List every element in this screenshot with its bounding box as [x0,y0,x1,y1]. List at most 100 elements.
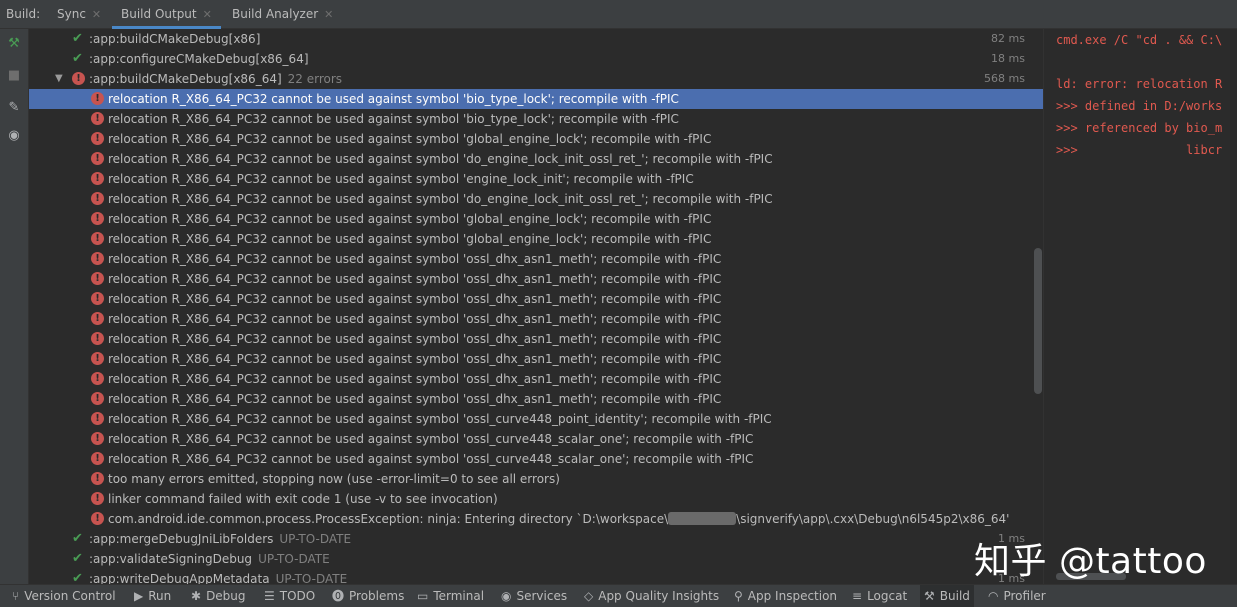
error-message: relocation R_X86_64_PC32 cannot be used … [108,192,773,206]
task-row[interactable]: ▼!:app:buildCMakeDebug[x86_64] 22 errors 5… [29,69,1043,89]
pin-icon[interactable]: ✎ [6,100,22,116]
exception-suffix: \signverify\app\.cxx\Debug\n6l545p2\x86_… [736,512,1010,526]
error-row[interactable]: ! relocation R_X86_64_PC32 cannot be used… [29,349,1043,369]
tool-window-problems[interactable]: ⓿ Problems [328,585,408,607]
build-icon: ⚒ [924,589,935,603]
error-message: relocation R_X86_64_PC32 cannot be used … [108,432,754,446]
error-icon: ! [91,272,104,285]
tool-window-label: Debug [206,589,246,603]
error-row[interactable]: ! relocation R_X86_64_PC32 cannot be used… [29,149,1043,169]
error-row[interactable]: ! relocation R_X86_64_PC32 cannot be used… [29,329,1043,349]
error-row[interactable]: ! relocation R_X86_64_PC32 cannot be used… [29,429,1043,449]
app-inspection-icon: ⚲ [734,589,743,603]
error-icon: ! [91,252,104,265]
tab-build-analyzer[interactable]: Build Analyzer ✕ [232,0,333,29]
task-label: :app:validateSigningDebug UP-TO-DATE [89,549,330,569]
task-label: :app:mergeDebugJniLibFolders UP-TO-DATE [89,529,351,549]
error-message: relocation R_X86_64_PC32 cannot be used … [108,392,722,406]
error-row[interactable]: ! relocation R_X86_64_PC32 cannot be used… [29,169,1043,189]
task-duration: 82 ms [991,32,1025,45]
task-row[interactable]: ✔:app:buildCMakeDebug[x86] 82 ms [29,29,1043,49]
error-message: relocation R_X86_64_PC32 cannot be used … [108,312,722,326]
error-icon: ! [91,312,104,325]
tool-window-build[interactable]: ⚒ Build [920,585,974,607]
tab-build-analyzer-label: Build Analyzer [232,7,319,21]
error-icon: ! [91,112,104,125]
tool-window-debug[interactable]: ✱ Debug [187,585,250,607]
close-icon[interactable]: ✕ [324,8,333,21]
vertical-scrollbar[interactable] [1034,248,1042,394]
close-icon[interactable]: ✕ [92,8,101,21]
error-message: relocation R_X86_64_PC32 cannot be used … [108,272,722,286]
error-row[interactable]: ! relocation R_X86_64_PC32 cannot be used… [29,409,1043,429]
task-label: :app:writeDebugAppMetadata UP-TO-DATE [89,569,347,584]
tool-window-app-inspection[interactable]: ⚲ App Inspection [730,585,841,607]
task-status: UP-TO-DATE [279,532,352,546]
check-icon: ✔ [72,571,83,584]
build-tool-window-header: Build: Sync ✕ Build Output ✕ Build Analyze… [0,0,1237,29]
tool-window-version-control[interactable]: ⑂ Version Control [8,585,120,607]
build-label: Build: [6,7,41,21]
error-row[interactable]: ! relocation R_X86_64_PC32 cannot be used… [29,309,1043,329]
error-message: com.android.ide.common.process.ProcessEx… [108,509,1009,529]
task-name: :app:writeDebugAppMetadata [89,572,270,584]
build-output-tree[interactable]: ✔:app:buildCMakeDebug[x86] 82 ms ✔:app:con… [29,29,1043,584]
task-duration: 18 ms [991,52,1025,65]
error-row[interactable]: ! relocation R_X86_64_PC32 cannot be used… [29,289,1043,309]
error-message: relocation R_X86_64_PC32 cannot be used … [108,412,772,426]
build-console-output[interactable]: cmd.exe /C "cd . && C:\ ld: error: reloca… [1043,29,1237,584]
task-row[interactable]: ✔:app:validateSigningDebug UP-TO-DATE [29,549,1043,569]
error-row[interactable]: ! relocation R_X86_64_PC32 cannot be used… [29,189,1043,209]
chevron-down-icon[interactable]: ▼ [55,69,63,89]
error-message: relocation R_X86_64_PC32 cannot be used … [108,452,754,466]
tool-window-run[interactable]: ▶ Run [130,585,175,607]
error-row[interactable]: ! too many errors emitted, stopping now (… [29,469,1043,489]
version-control-icon: ⑂ [12,589,20,603]
error-row[interactable]: ! relocation R_X86_64_PC32 cannot be used… [29,389,1043,409]
task-status: UP-TO-DATE [275,572,348,584]
error-row[interactable]: ! relocation R_X86_64_PC32 cannot be used… [29,229,1043,249]
error-row[interactable]: ! relocation R_X86_64_PC32 cannot be used… [29,369,1043,389]
task-row[interactable]: ✔:app:mergeDebugJniLibFolders UP-TO-DATE 1… [29,529,1043,549]
logcat-icon: ≡ [852,589,863,603]
tool-window-label: TODO [279,589,316,603]
error-row[interactable]: ! relocation R_X86_64_PC32 cannot be used… [29,209,1043,229]
task-name: :app:validateSigningDebug [89,552,253,566]
check-icon: ✔ [72,31,83,46]
close-icon[interactable]: ✕ [203,8,212,21]
tool-window-app-quality-insights[interactable]: ◇ App Quality Insights [580,585,723,607]
tab-sync[interactable]: Sync ✕ [57,0,101,29]
error-row[interactable]: ! relocation R_X86_64_PC32 cannot be used… [29,109,1043,129]
tool-window-todo[interactable]: ☰ TODO [260,585,319,607]
error-row[interactable]: ! relocation R_X86_64_PC32 cannot be used… [29,249,1043,269]
error-row[interactable]: ! relocation R_X86_64_PC32 cannot be used… [29,89,1043,109]
error-row[interactable]: ! relocation R_X86_64_PC32 cannot be used… [29,449,1043,469]
error-message: relocation R_X86_64_PC32 cannot be used … [108,92,679,106]
tab-build-output[interactable]: Build Output ✕ [112,0,221,29]
task-row[interactable]: ✔:app:configureCMakeDebug[x86_64] 18 ms [29,49,1043,69]
tool-window-services[interactable]: ◉ Services [497,585,571,607]
tool-window-profiler[interactable]: ◠ Profiler [984,585,1050,607]
console-line: >>> referenced by bio_m [1056,121,1223,135]
tool-window-label: Profiler [1003,589,1046,603]
tool-window-terminal[interactable]: ▭ Terminal [413,585,488,607]
stop-icon[interactable]: ■ [6,68,22,84]
task-duration: 568 ms [984,72,1025,85]
todo-icon: ☰ [264,589,275,603]
hammer-icon[interactable]: ⚒ [6,36,22,52]
error-icon: ! [91,152,104,165]
error-row[interactable]: ! com.android.ide.common.process.ProcessE… [29,509,1043,529]
tool-window-logcat[interactable]: ≡ Logcat [848,585,911,607]
error-row[interactable]: ! relocation R_X86_64_PC32 cannot be used… [29,269,1043,289]
exception-prefix: com.android.ide.common.process.ProcessEx… [108,512,669,526]
redacted-block [668,512,737,525]
task-row[interactable]: ✔:app:writeDebugAppMetadata UP-TO-DATE 1 m… [29,569,1043,584]
eye-icon[interactable]: ◉ [6,128,22,144]
error-message: linker command failed with exit code 1 (… [108,492,498,506]
error-row[interactable]: ! linker command failed with exit code 1 … [29,489,1043,509]
task-name: :app:mergeDebugJniLibFolders [89,532,274,546]
tool-window-label: Run [148,589,172,603]
tool-window-label: Build [939,589,970,603]
error-row[interactable]: ! relocation R_X86_64_PC32 cannot be used… [29,129,1043,149]
console-line: >>> defined in D:/works [1056,99,1223,113]
